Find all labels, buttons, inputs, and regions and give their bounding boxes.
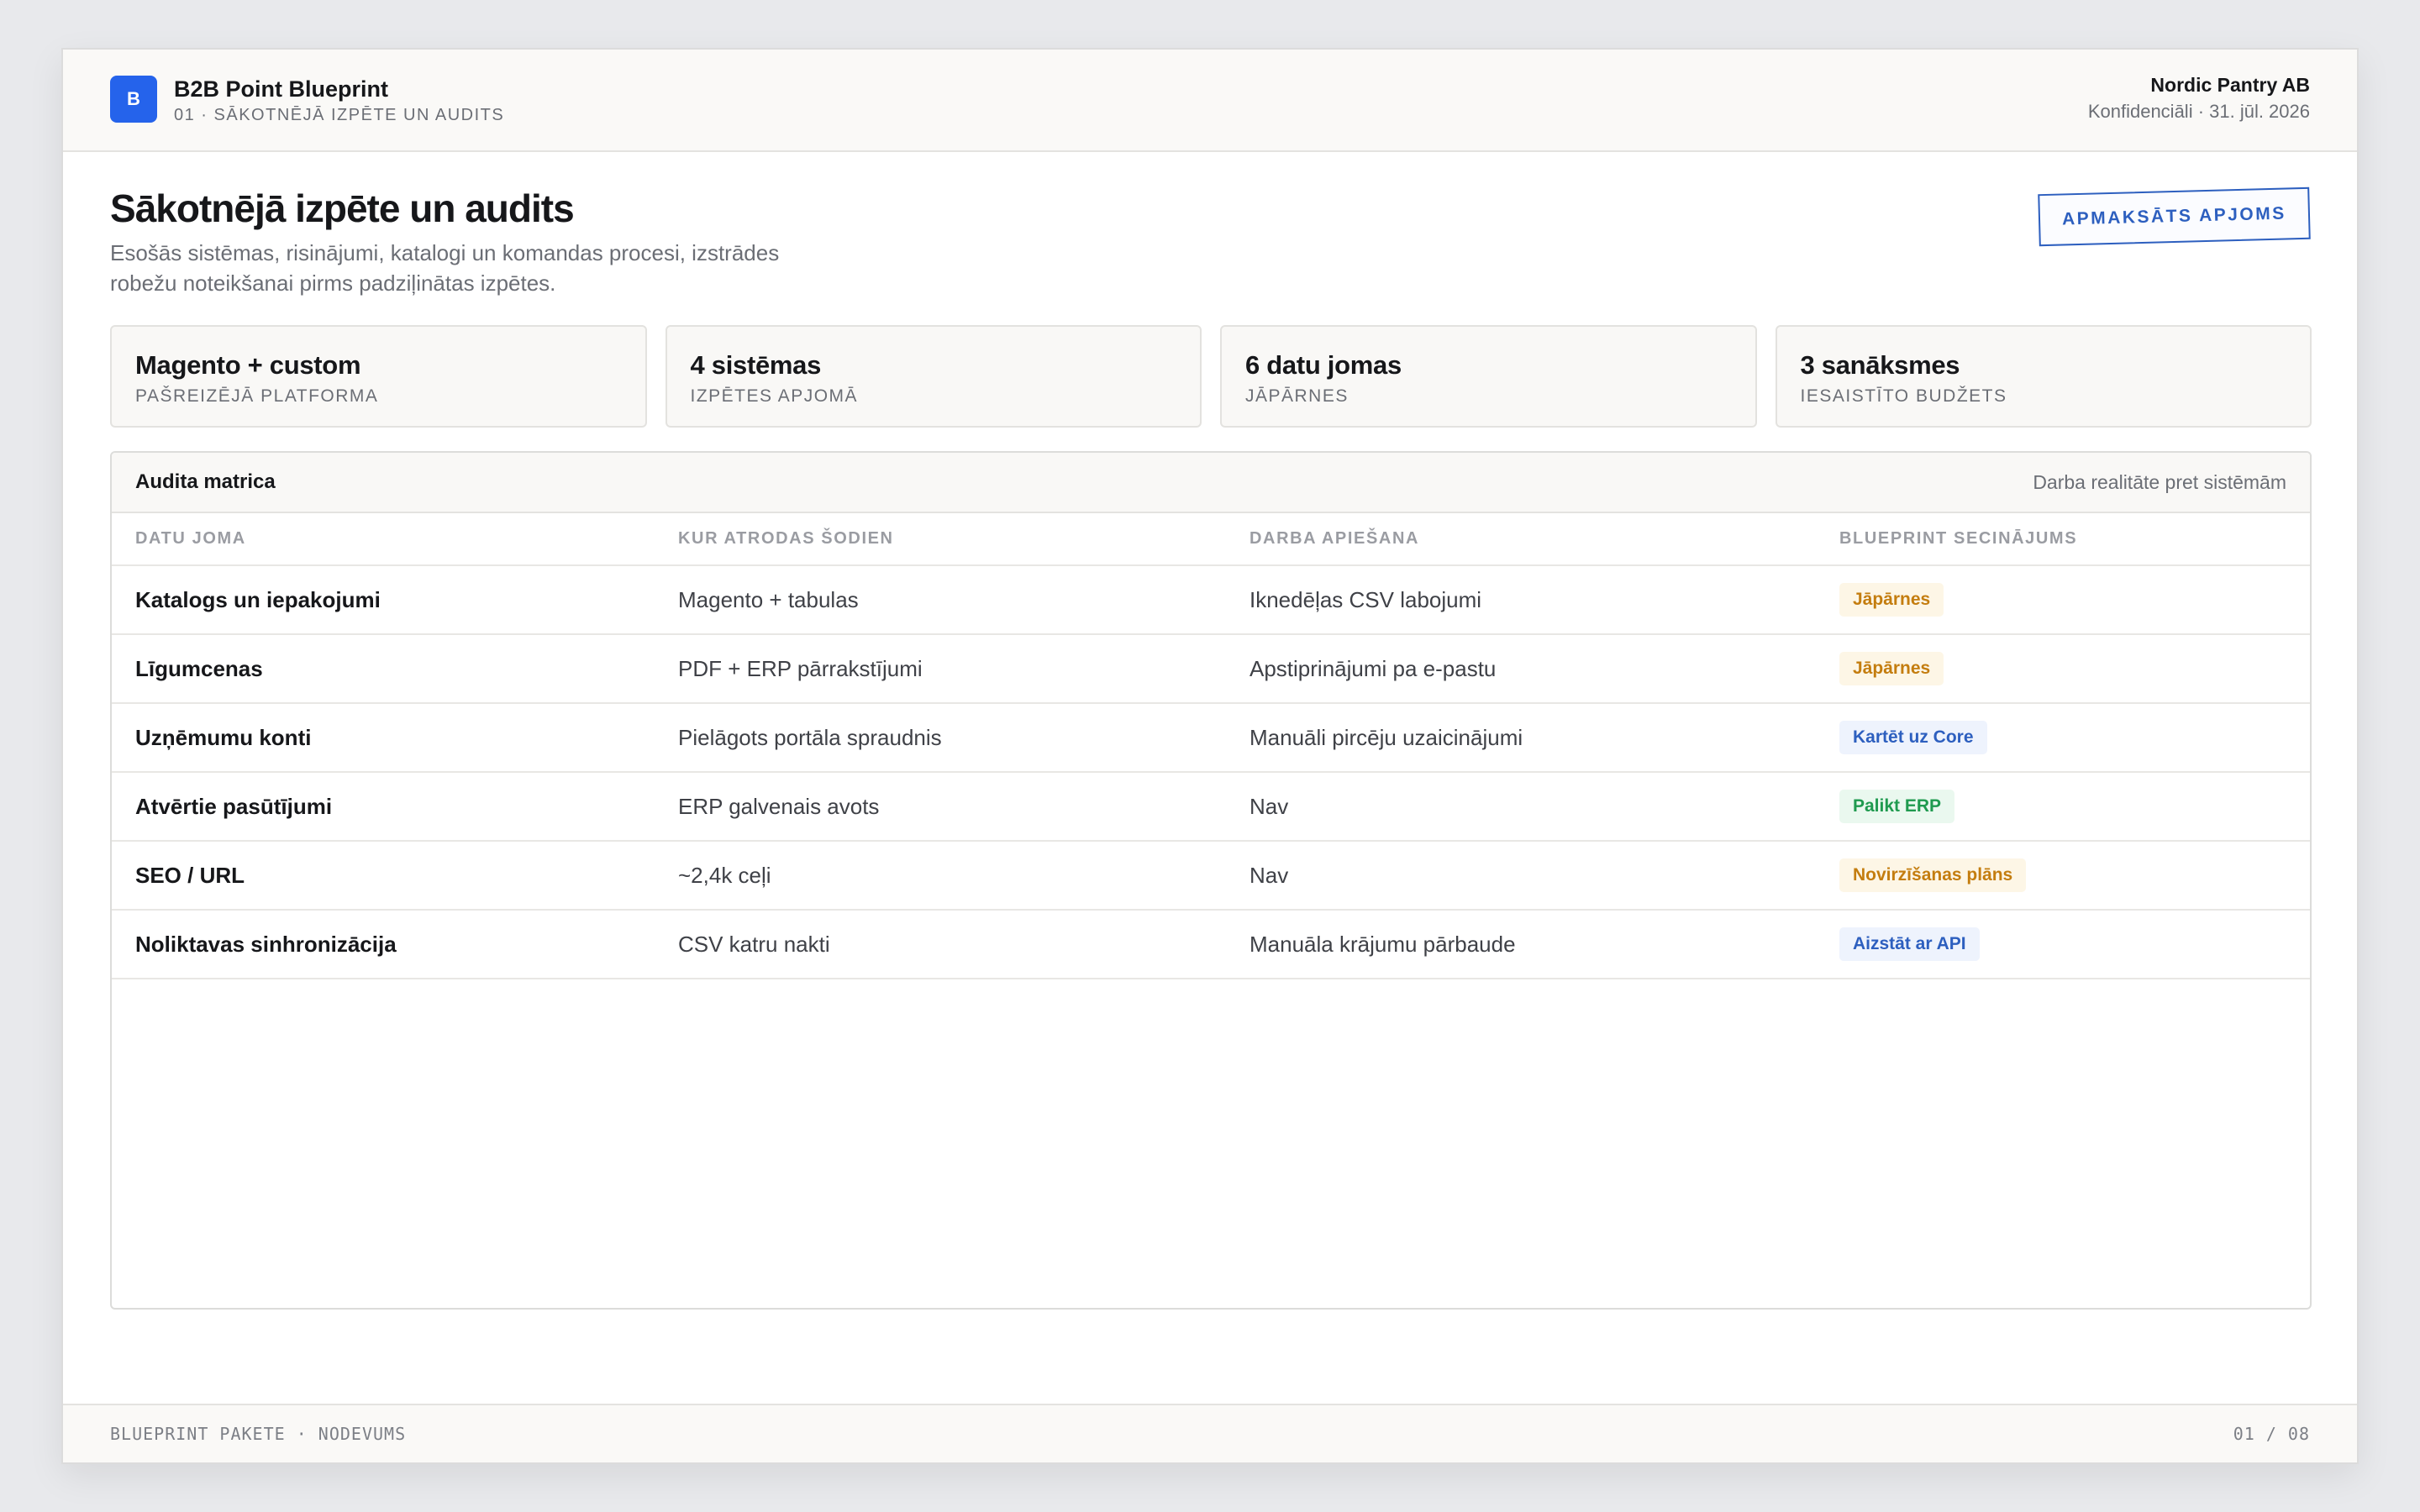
page-title: Sākotnējā izpēte un audits: [110, 186, 575, 230]
stat-card-platform: Magento + custom PAŠREIZĒJĀ PLATFORMA: [110, 325, 647, 428]
cell-area: Atvērtie pasūtījumi: [112, 772, 655, 842]
audit-table: DATU JOMA KUR ATRODAS ŠODIEN DARBA APIEŠ…: [112, 513, 2310, 979]
brand-block: B2B Point Blueprint 01 · SĀKOTNĒJĀ IZPĒT…: [174, 75, 504, 127]
verdict-badge: Jāpārnes: [1839, 583, 1944, 617]
audit-matrix-header: Audita matrica Darba realitāte pret sist…: [112, 453, 2310, 513]
client-name: Nordic Pantry AB: [2150, 74, 2310, 96]
cell-verdict: Jāpārnes: [1816, 634, 2310, 704]
table-row: Līgumcenas PDF + ERP pārrakstījumi Apsti…: [112, 634, 2310, 704]
cell-location: Pielāgots portāla spraudnis: [655, 703, 1226, 773]
column-header-area: DATU JOMA: [112, 513, 655, 566]
cell-verdict: Kartēt uz Core: [1816, 703, 2310, 773]
cell-location: ERP galvenais avots: [655, 772, 1226, 842]
verdict-badge: Novirzīšanas plāns: [1839, 858, 2027, 892]
cell-location: CSV katru nakti: [655, 910, 1226, 979]
table-row: Noliktavas sinhronizācija CSV katru nakt…: [112, 910, 2310, 979]
table-header-row: DATU JOMA KUR ATRODAS ŠODIEN DARBA APIEŠ…: [112, 513, 2310, 566]
stats-row: Magento + custom PAŠREIZĒJĀ PLATFORMA 4 …: [110, 325, 2312, 428]
audit-matrix-title: Audita matrica: [135, 470, 276, 493]
audit-matrix-note: Darba realitāte pret sistēmām: [2033, 470, 2286, 493]
table-row: SEO / URL ~2,4k ceļi Nav Novirzīšanas pl…: [112, 841, 2310, 911]
stat-value: Magento + custom: [135, 350, 361, 380]
stat-card-data-areas: 6 datu jomas JĀPĀRNES: [1220, 325, 1757, 428]
client-block: Nordic Pantry AB Konfidenciāli · 31. jūl…: [2088, 71, 2310, 125]
cell-area: Katalogs un iepakojumi: [112, 565, 655, 635]
cell-location: ~2,4k ceļi: [655, 841, 1226, 911]
breadcrumb: 01 · SĀKOTNĒJĀ IZPĒTE UN AUDITS: [174, 106, 505, 124]
cell-verdict: Novirzīšanas plāns: [1816, 841, 2310, 911]
stat-label: PAŠREIZĒJĀ PLATFORMA: [135, 386, 379, 406]
stat-value: 4 sistēmas: [690, 350, 822, 380]
table-row: Katalogs un iepakojumi Magento + tabulas…: [112, 565, 2310, 635]
stat-card-systems: 4 sistēmas IZPĒTES APJOMĀ: [665, 325, 1202, 428]
cell-area: Līgumcenas: [112, 634, 655, 704]
cell-workaround: Nav: [1226, 772, 1816, 842]
page-footer: BLUEPRINT PAKETE · NODEVUMS 01 / 08: [63, 1404, 2357, 1462]
table-row: Atvērtie pasūtījumi ERP galvenais avots …: [112, 772, 2310, 842]
page-header: B B2B Point Blueprint 01 · SĀKOTNĒJĀ IZP…: [63, 50, 2357, 152]
cell-location: PDF + ERP pārrakstījumi: [655, 634, 1226, 704]
cell-workaround: Manuāla krājumu pārbaude: [1226, 910, 1816, 979]
document-page: B B2B Point Blueprint 01 · SĀKOTNĒJĀ IZP…: [61, 48, 2359, 1464]
stat-value: 6 datu jomas: [1245, 350, 1402, 380]
column-header-verdict: BLUEPRINT SECINĀJUMS: [1816, 513, 2310, 566]
verdict-badge: Palikt ERP: [1839, 790, 1955, 823]
cell-verdict: Palikt ERP: [1816, 772, 2310, 842]
stat-label: JĀPĀRNES: [1245, 386, 1349, 406]
verdict-badge: Jāpārnes: [1839, 652, 1944, 685]
cell-verdict: Jāpārnes: [1816, 565, 2310, 635]
audit-matrix-panel: Audita matrica Darba realitāte pret sist…: [110, 451, 2312, 1310]
cell-workaround: Iknedēļas CSV labojumi: [1226, 565, 1816, 635]
brand-logo: B: [110, 76, 157, 123]
paid-scope-stamp: APMAKSĀTS APJOMS: [2038, 186, 2311, 247]
cell-workaround: Manuāli pircēju uzaicinājumi: [1226, 703, 1816, 773]
brand-name: B2B Point Blueprint: [174, 76, 388, 102]
cell-location: Magento + tabulas: [655, 565, 1226, 635]
cell-area: Uzņēmumu konti: [112, 703, 655, 773]
confidential-date: Konfidenciāli · 31. jūl. 2026: [2087, 101, 2310, 122]
stat-value: 3 sanāksmes: [1800, 350, 1960, 380]
column-header-location: KUR ATRODAS ŠODIEN: [655, 513, 1226, 566]
stat-card-meetings: 3 sanāksmes IESAISTĪTO BUDŽETS: [1775, 325, 2312, 428]
page-subtitle: Esošās sistēmas, risinājumi, katalogi un…: [110, 240, 780, 296]
column-header-workaround: DARBA APIEŠANA: [1226, 513, 1816, 566]
cell-verdict: Aizstāt ar API: [1816, 910, 2310, 979]
stat-label: IZPĒTES APJOMĀ: [690, 386, 859, 406]
table-row: Uzņēmumu konti Pielāgots portāla spraudn…: [112, 703, 2310, 773]
cell-workaround: Apstiprinājumi pa e-pastu: [1226, 634, 1816, 704]
cell-area: SEO / URL: [112, 841, 655, 911]
stat-label: IESAISTĪTO BUDŽETS: [1800, 386, 2007, 406]
verdict-badge: Aizstāt ar API: [1839, 927, 1980, 961]
page-number: 01 / 08: [2233, 1424, 2310, 1444]
cell-workaround: Nav: [1226, 841, 1816, 911]
cell-area: Noliktavas sinhronizācija: [112, 910, 655, 979]
verdict-badge: Kartēt uz Core: [1839, 721, 1987, 754]
footer-label: BLUEPRINT PAKETE · NODEVUMS: [110, 1424, 407, 1444]
